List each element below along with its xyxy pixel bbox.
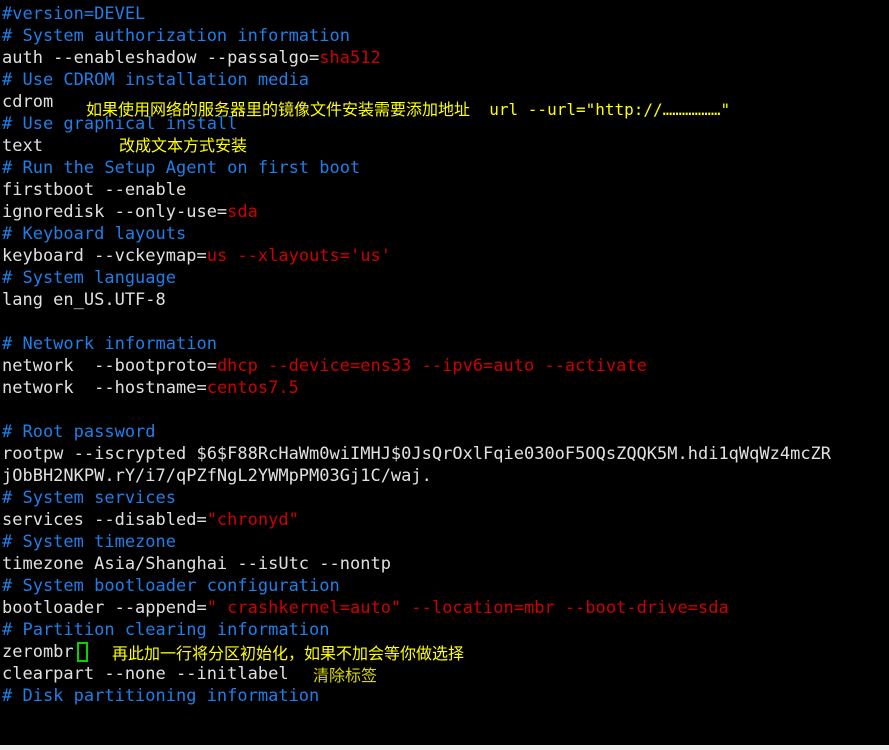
editor-text-area[interactable]: #version=DEVEL # System authorization in… [0, 0, 889, 707]
text-line: text [2, 135, 889, 157]
text-span: zerombr [2, 642, 74, 662]
text-line: # System language [2, 267, 889, 289]
text-span: firstboot --enable [2, 180, 187, 200]
text-span: clearpart --none --initlabel [2, 664, 289, 684]
text-line: # Root password [2, 421, 889, 443]
text-span: ignoredisk --only-use= [2, 202, 228, 222]
text-span: # Network information [2, 334, 217, 354]
text-span: # System services [2, 488, 176, 508]
text-span: dhcp --device=ens33 --ipv6=auto --activa… [216, 356, 647, 376]
text-line: rootpw --iscrypted $6$F88RcHaWm0wiIMHJ$0… [2, 443, 889, 465]
text-span: lang en_US.UTF-8 [2, 290, 166, 310]
text-span: services --disabled= [2, 510, 207, 530]
text-span: rootpw --iscrypted $6$F88RcHaWm0wiIMHJ$0… [2, 444, 832, 464]
text-line: ignoredisk --only-use=sda [2, 201, 889, 223]
text-span: # System authorization information [2, 26, 350, 46]
text-span: # Keyboard layouts [2, 224, 187, 244]
text-line [2, 399, 889, 421]
text-line: # System bootloader configuration [2, 575, 889, 597]
text-span: " crashkernel=auto" --location=mbr --boo… [206, 598, 729, 618]
text-span: # Disk partitioning information [2, 686, 320, 706]
text-line: services --disabled="chronyd" [2, 509, 889, 531]
text-line: timezone Asia/Shanghai --isUtc --nontp [2, 553, 889, 575]
text-span: jObBH2NKPW.rY/i7/qPZfNgL2YWMpPM03Gj1C/wa… [2, 466, 432, 486]
text-line: # Run the Setup Agent on first boot [2, 157, 889, 179]
text-span: text [2, 136, 43, 156]
text-line: clearpart --none --initlabel [2, 663, 889, 685]
text-span: us --xlayouts='us' [206, 246, 391, 266]
text-line: network --hostname=centos7.5 [2, 377, 889, 399]
text-span: network --hostname= [2, 378, 207, 398]
text-span: bootloader --append= [2, 598, 207, 618]
text-span: network --bootproto= [2, 356, 217, 376]
text-line: # System services [2, 487, 889, 509]
text-span: # Run the Setup Agent on first boot [2, 158, 361, 178]
text-cursor [77, 642, 88, 662]
text-line: bootloader --append=" crashkernel=auto" … [2, 597, 889, 619]
text-line: jObBH2NKPW.rY/i7/qPZfNgL2YWMpPM03Gj1C/wa… [2, 465, 889, 487]
text-span: centos7.5 [206, 378, 299, 398]
text-span: # Partition clearing information [2, 620, 330, 640]
status-line: -- INSERT -- 29,8 Top [0, 722, 889, 750]
text-span: auth --enableshadow --passalgo= [2, 48, 320, 68]
text-line: # Partition clearing information [2, 619, 889, 641]
text-line: network --bootproto=dhcp --device=ens33 … [2, 355, 889, 377]
text-line: #version=DEVEL [2, 3, 889, 25]
text-line: # System authorization information [2, 25, 889, 47]
text-span: "chronyd" [206, 510, 299, 530]
text-line: # System timezone [2, 531, 889, 553]
text-line: # Keyboard layouts [2, 223, 889, 245]
text-line: # Use CDROM installation media [2, 69, 889, 91]
text-line: firstboot --enable [2, 179, 889, 201]
text-span: # Use graphical install [2, 114, 238, 134]
text-span: cdrom [2, 92, 54, 112]
text-span: sha512 [319, 48, 381, 68]
text-line: # Network information [2, 333, 889, 355]
text-line: # Use graphical install [2, 113, 889, 135]
text-span: # System bootloader configuration [2, 576, 340, 596]
text-line: lang en_US.UTF-8 [2, 289, 889, 311]
text-span: keyboard --vckeymap= [2, 246, 207, 266]
text-line: zerombr [2, 641, 889, 663]
text-line [2, 311, 889, 333]
text-line: keyboard --vckeymap=us --xlayouts='us' [2, 245, 889, 267]
text-span: # System language [2, 268, 176, 288]
text-span: # Use CDROM installation media [2, 70, 310, 90]
text-span: # Root password [2, 422, 156, 442]
terminal-window[interactable]: #version=DEVEL # System authorization in… [0, 0, 889, 750]
text-line: cdrom [2, 91, 889, 113]
text-span: timezone Asia/Shanghai --isUtc --nontp [2, 554, 391, 574]
text-line: # Disk partitioning information [2, 685, 889, 707]
window-bottom-edge [0, 745, 889, 750]
text-line: auth --enableshadow --passalgo=sha512 [2, 47, 889, 69]
text-span: sda [227, 202, 258, 222]
text-span: # System timezone [2, 532, 176, 552]
text-span: #version=DEVEL [2, 4, 146, 24]
